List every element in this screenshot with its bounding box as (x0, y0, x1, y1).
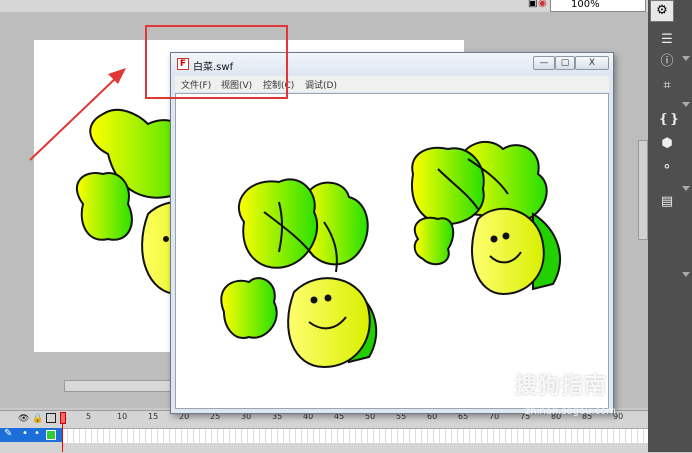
watermark-url: zhinan.sogou.com (525, 406, 617, 417)
watermark-text: 搜狗指南 (515, 374, 608, 399)
